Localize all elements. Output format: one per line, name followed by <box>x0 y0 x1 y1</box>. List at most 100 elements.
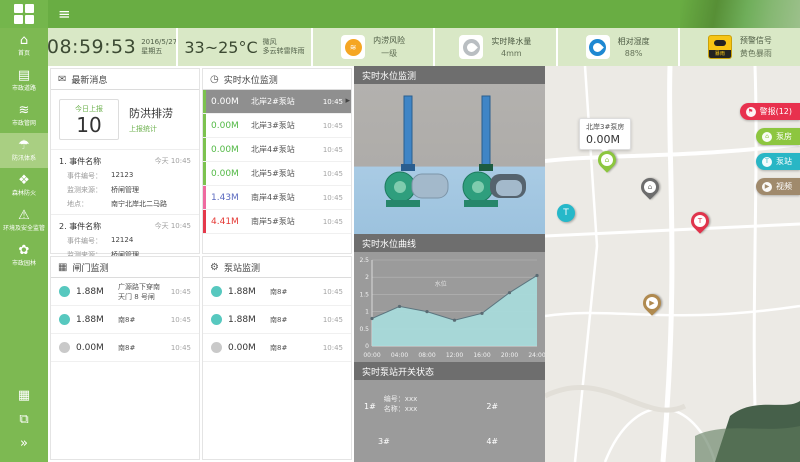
pump-house-filter-button[interactable]: ⌂ 泵房 <box>756 128 800 145</box>
pump-switch-4[interactable]: 4# <box>450 421 536 456</box>
warning-sign-icon: 暴雨 <box>708 35 732 59</box>
hamburger-menu-icon[interactable]: ≡ <box>58 3 71 25</box>
status-dot <box>59 342 70 353</box>
pump-info-tooltip: 编号：xxx 名称：xxx <box>384 394 417 414</box>
video-filter-button[interactable]: ▶ 视频 <box>756 178 800 195</box>
status-header: 08:59:53 2016/5/27 星期五 33~25°C 微风 多云转雷阵雨… <box>48 28 800 66</box>
rainfall-block: 实时降水量 4mm <box>433 28 555 66</box>
rainfall-icon <box>463 39 480 56</box>
home-icon: ⌂ <box>2 33 46 48</box>
expand-icon[interactable]: » <box>0 432 48 456</box>
weather-block: 33~25°C 微风 多云转雷阵雨 <box>176 28 311 66</box>
forest-fire-icon: ❖ <box>2 173 46 188</box>
clock-icon: ◷ <box>210 74 219 85</box>
landscaping-icon: ✿ <box>2 243 46 258</box>
report-category: 防洪排涝 <box>129 105 173 121</box>
water-level-row[interactable]: 0.00M 北岸5#泵站10:45 <box>203 162 351 186</box>
water-level-row[interactable]: 0.00M 北岸4#泵站10:45 <box>203 138 351 162</box>
sidebar-item-forest-fire[interactable]: ❖ 森林防火 <box>0 168 48 203</box>
map-marker-pump-station[interactable]: T <box>557 204 575 222</box>
sidebar-item-landscaping[interactable]: ✿ 市政园林 <box>0 238 48 273</box>
sidebar-item-roads[interactable]: ▤ 市政道路 <box>0 63 48 98</box>
svg-text:水位: 水位 <box>435 280 447 288</box>
svg-text:04:00: 04:00 <box>391 352 408 359</box>
rainfall-label: 实时降水量 <box>491 36 531 47</box>
temperature-range: 33~25°C <box>184 38 257 57</box>
flood-control-icon: ☂ <box>2 138 46 153</box>
svg-text:00:00: 00:00 <box>363 352 380 359</box>
svg-text:2: 2 <box>365 274 369 281</box>
alarm-button[interactable]: ⚑ 警报(12) <box>740 103 800 120</box>
water-level-chart-panel: 实时水位曲线 00.511.522.500:0004:0008:0012:001… <box>354 234 545 362</box>
roads-icon: ▤ <box>2 68 46 83</box>
pump-icon: ⚙ <box>210 262 219 273</box>
humidity-value: 88% <box>618 49 650 58</box>
row-arrow-icon: ▸ <box>345 96 350 106</box>
weather-label: 多云转雷阵雨 <box>263 47 305 55</box>
gate-monitoring-title: 闸门监测 <box>72 261 108 274</box>
warning-signal-label: 预警信号 <box>740 35 772 46</box>
pump-monitoring-title: 泵站监测 <box>224 261 260 274</box>
latest-news-panel: ✉ 最新消息 今日上报 10 防洪排涝 上报统计 1. 事件名称 今天 10:4… <box>50 68 200 254</box>
water-level-row[interactable]: 4.41M 南岸5#泵站10:45 <box>203 210 351 234</box>
sidebar-item-home[interactable]: ⌂ 首页 <box>0 28 48 63</box>
status-dot <box>211 314 222 325</box>
status-dot <box>211 342 222 353</box>
pump-scene-title: 实时水位监测 <box>354 66 545 84</box>
pump-switch-2[interactable]: 2# <box>450 386 536 421</box>
svg-text:0.5: 0.5 <box>359 326 369 333</box>
water-level-row[interactable]: 0.00M 北岸3#泵站10:45 <box>203 114 351 138</box>
logo-icon <box>14 4 34 24</box>
status-dot <box>211 286 222 297</box>
pump-3d-scene[interactable] <box>354 84 545 234</box>
warning-signal-block: 暴雨 预警信号 黄色暴雨 <box>678 28 800 66</box>
water-level-panel: ◷ 实时水位监测 0.00M 北岸2#泵站10:45 ▸ 0.00M 北岸3#泵… <box>202 68 352 254</box>
latest-news-title: 最新消息 <box>71 73 107 86</box>
sidebar-item-pipes[interactable]: ≋ 市政管网 <box>0 98 48 133</box>
sidebar-item-flood-control[interactable]: ☂ 防汛体系 <box>0 133 48 168</box>
main-content: ✉ 最新消息 今日上报 10 防洪排涝 上报统计 1. 事件名称 今天 10:4… <box>48 66 800 462</box>
water-level-title: 实时水位监测 <box>224 73 278 86</box>
apps-grid-icon[interactable]: ▦ <box>0 384 48 408</box>
clock-block: 08:59:53 2016/5/27 星期五 <box>48 28 176 66</box>
report-summary[interactable]: 今日上报 10 防洪排涝 上报统计 <box>51 90 199 150</box>
map-tooltip: 北岸3#泵房 0.00M <box>579 118 631 150</box>
top-bar: ≡ <box>0 0 800 28</box>
today-report-card: 今日上报 10 <box>59 99 119 140</box>
gate-icon: ▦ <box>58 262 67 273</box>
map-tooltip-name: 北岸3#泵房 <box>586 122 624 132</box>
svg-text:2.5: 2.5 <box>359 257 369 264</box>
pump-row[interactable]: 0.00M南8#10:45 <box>203 334 351 362</box>
chart-title: 实时水位曲线 <box>354 234 545 252</box>
gate-row[interactable]: 1.88M广源路下穿南天门 8 号闸10:45 <box>51 278 199 306</box>
pump-row[interactable]: 1.88M南8#10:45 <box>203 278 351 306</box>
news-item[interactable]: 1. 事件名称 今天 10:45 事件编号：12123 监测来源：桥闸管理 地点… <box>51 150 199 215</box>
sidebar-nav: ⌂ 首页 ▤ 市政道路 ≋ 市政管网 ☂ 防汛体系 ❖ 森林防火 ⚠ 环境及安全… <box>0 28 48 462</box>
pump-switch-3[interactable]: 3# <box>364 421 450 456</box>
svg-text:20:00: 20:00 <box>501 352 518 359</box>
pump-row[interactable]: 1.88M南8#10:45 <box>203 306 351 334</box>
today-report-count: 10 <box>60 114 118 136</box>
sidebar-item-env-safety[interactable]: ⚠ 环境及安全监管 <box>0 203 48 238</box>
gate-row[interactable]: 0.00M南8#10:45 <box>51 334 199 362</box>
pump-switch-panel: 实时泵站开关状态 1# 编号：xxx 名称：xxx 2# <box>354 362 545 462</box>
pump-station-filter-button[interactable]: T 泵站 <box>756 153 800 170</box>
pump-switch-1[interactable]: 1# 编号：xxx 名称：xxx <box>364 386 450 421</box>
gate-monitoring-panel: ▦ 闸门监测 1.88M广源路下穿南天门 8 号闸10:45 1.88M南8#1… <box>50 256 200 460</box>
pump-house-icon: ⌂ <box>762 132 772 142</box>
water-level-row[interactable]: 1.43M 南岸4#泵站10:45 <box>203 186 351 210</box>
layers-icon[interactable]: ⧉ <box>0 408 48 432</box>
pump-scene-panel: 实时水位监测 <box>354 66 545 234</box>
status-dot <box>59 286 70 297</box>
svg-text:12:00: 12:00 <box>446 352 463 359</box>
svg-text:0: 0 <box>365 343 369 350</box>
gate-row[interactable]: 1.88M南8#10:45 <box>51 306 199 334</box>
humidity-icon <box>589 39 606 56</box>
city-map[interactable]: 北岸3#泵房 0.00M ⌂ ⌂ T T ▶ ⚑ 警报(12) ⌂ 泵房 <box>545 66 800 462</box>
app-logo[interactable] <box>0 0 48 28</box>
alarm-icon: ⚑ <box>746 107 756 117</box>
message-icon: ✉ <box>58 74 66 85</box>
dashboard: ≡ 08:59:53 2016/5/27 星期五 33~25°C 微风 多云转雷… <box>0 0 800 462</box>
water-level-row[interactable]: 0.00M 北岸2#泵站10:45 ▸ <box>203 90 351 114</box>
pump-monitoring-panel: ⚙ 泵站监测 1.88M南8#10:45 1.88M南8#10:45 0.00M… <box>202 256 352 460</box>
